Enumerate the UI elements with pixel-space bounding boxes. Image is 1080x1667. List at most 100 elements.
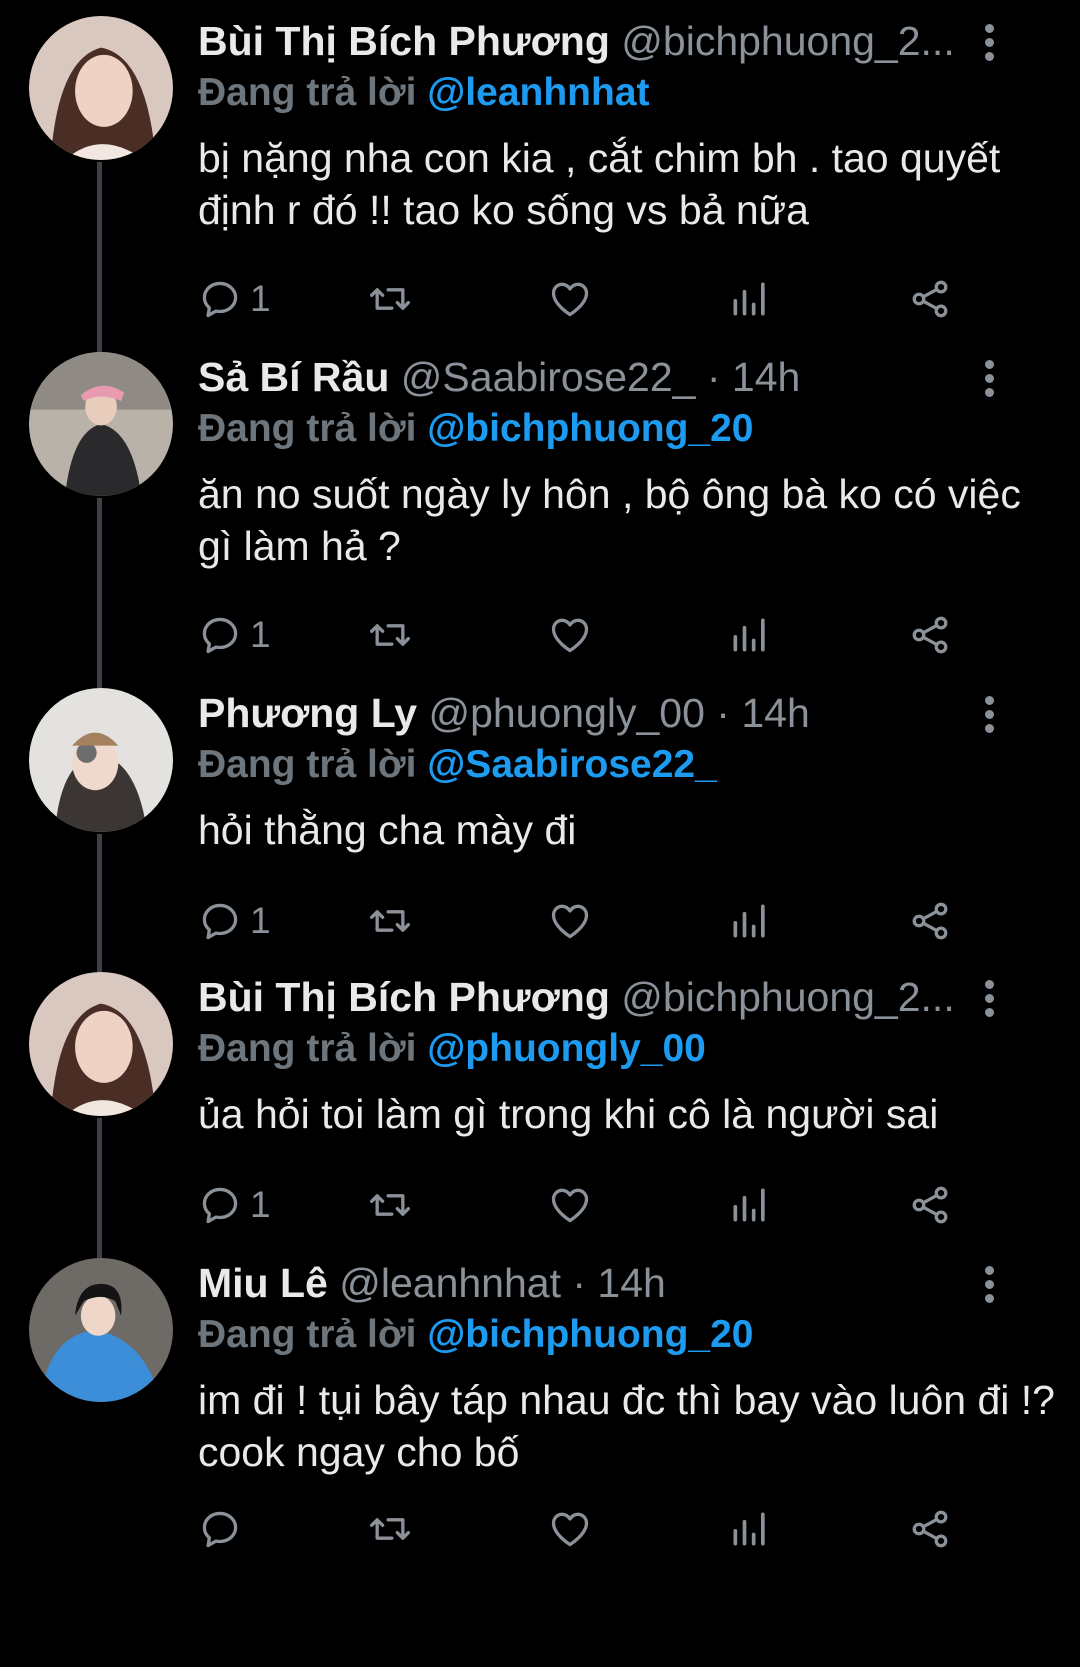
retweet-button[interactable] [368, 1506, 412, 1552]
display-name[interactable]: Bùi Thị Bích Phương [198, 974, 610, 1020]
replying-to-handle[interactable]: @Saabirose22_ [427, 743, 717, 786]
user-handle[interactable]: @Saabirose22_ [401, 354, 696, 400]
retweet-button[interactable] [368, 276, 412, 322]
replying-to-label: Đang trả lời [198, 743, 417, 786]
reply-count: 1 [250, 614, 271, 655]
avatar[interactable] [29, 1258, 173, 1402]
reply-button[interactable] [198, 1506, 250, 1552]
reply-icon [202, 903, 238, 940]
reply-button[interactable]: 1 [198, 612, 271, 658]
share-icon [912, 1186, 948, 1224]
user-handle[interactable]: @bichphuong_2... [621, 18, 954, 64]
share-icon [912, 616, 948, 654]
avatar-image [29, 16, 173, 160]
reply-icon [202, 1187, 238, 1224]
avatar[interactable] [29, 352, 173, 496]
like-icon [551, 1512, 589, 1547]
more-icon[interactable] [982, 24, 996, 64]
reply-button[interactable]: 1 [198, 1182, 271, 1228]
views-button[interactable] [728, 276, 772, 322]
share-button[interactable] [908, 1182, 952, 1228]
like-button[interactable] [548, 1506, 592, 1552]
avatar-image [29, 688, 173, 832]
views-icon [733, 1188, 765, 1222]
replying-to: Đang trả lời @Saabirose22_ [198, 740, 717, 790]
replying-to-label: Đang trả lời [198, 1027, 417, 1070]
tweet[interactable]: Phương Ly @phuongly_00 · 14h Đang trả lờ… [0, 688, 1080, 973]
replying-to-handle[interactable]: @leanhnhat [427, 71, 649, 114]
user-handle[interactable]: @phuongly_00 [428, 690, 704, 736]
replying-to-handle[interactable]: @bichphuong_20 [427, 407, 753, 450]
replying-to: Đang trả lời @bichphuong_20 [198, 404, 754, 454]
like-button[interactable] [548, 612, 592, 658]
tweet-header: Bùi Thị Bích Phương @bichphuong_2... [198, 16, 970, 66]
like-icon [551, 1188, 589, 1223]
tweet[interactable]: Bùi Thị Bích Phương @bichphuong_2... Đan… [0, 972, 1080, 1257]
share-button[interactable] [908, 612, 952, 658]
action-bar: 1 [198, 612, 1018, 662]
reply-button[interactable]: 1 [198, 898, 271, 944]
like-icon [551, 618, 589, 653]
tweet-text: bị nặng nha con kia , cắt chim bh . tao … [198, 135, 1001, 233]
replying-to: Đang trả lời @bichphuong_20 [198, 1310, 754, 1360]
views-icon [733, 904, 765, 938]
like-button[interactable] [548, 898, 592, 944]
avatar[interactable] [29, 688, 173, 832]
display-name[interactable]: Miu Lê [198, 1260, 328, 1306]
views-button[interactable] [728, 612, 772, 658]
views-button[interactable] [728, 1506, 772, 1552]
views-button[interactable] [728, 898, 772, 944]
share-icon [912, 902, 948, 940]
retweet-icon [370, 1518, 410, 1540]
retweet-icon [370, 910, 410, 932]
retweet-button[interactable] [368, 612, 412, 658]
replying-to-handle[interactable]: @phuongly_00 [427, 1027, 706, 1070]
retweet-icon [370, 1194, 410, 1216]
share-icon [912, 280, 948, 318]
like-button[interactable] [548, 1182, 592, 1228]
tweet-header: Bùi Thị Bích Phương @bichphuong_2... [198, 972, 970, 1022]
tweet[interactable]: Bùi Thị Bích Phương @bichphuong_2... Đan… [0, 16, 1080, 346]
action-bar: 1 [198, 898, 1018, 948]
display-name[interactable]: Bùi Thị Bích Phương [198, 18, 610, 64]
tweet-text: ủa hỏi toi làm gì trong khi cô là người … [198, 1091, 939, 1137]
tweet-text: ăn no suốt ngày ly hôn , bộ ông bà ko có… [198, 471, 1021, 569]
tweet[interactable]: Miu Lê @leanhnhat · 14h Đang trả lời @bi… [0, 1258, 1080, 1658]
reply-count: 1 [250, 1184, 271, 1225]
action-bar: 1 [198, 276, 1018, 326]
avatar-image [29, 972, 173, 1116]
retweet-button[interactable] [368, 1182, 412, 1228]
replying-to-label: Đang trả lời [198, 71, 417, 114]
more-icon[interactable] [982, 696, 996, 736]
views-button[interactable] [728, 1182, 772, 1228]
share-button[interactable] [908, 898, 952, 944]
reply-icon [202, 281, 238, 318]
like-icon [551, 904, 589, 939]
views-icon [733, 282, 765, 316]
timestamp: · 14h [560, 1260, 666, 1306]
views-icon [733, 618, 765, 652]
reply-button[interactable]: 1 [198, 276, 271, 322]
avatar[interactable] [29, 972, 173, 1116]
display-name[interactable]: Phương Ly [198, 690, 417, 736]
user-handle[interactable]: @bichphuong_2... [621, 974, 954, 1020]
tweet-text: im đi ! tụi bây táp nhau đc thì bay vào … [198, 1377, 1055, 1475]
more-icon[interactable] [982, 360, 996, 400]
user-handle[interactable]: @leanhnhat [339, 1260, 561, 1306]
like-button[interactable] [548, 276, 592, 322]
reply-count: 1 [250, 278, 271, 319]
avatar[interactable] [29, 16, 173, 160]
action-bar [198, 1506, 1018, 1556]
retweet-button[interactable] [368, 898, 412, 944]
replying-to-label: Đang trả lời [198, 1313, 417, 1356]
more-icon[interactable] [982, 980, 996, 1020]
share-button[interactable] [908, 1506, 952, 1552]
replying-to-handle[interactable]: @bichphuong_20 [427, 1313, 753, 1356]
replying-to: Đang trả lời @leanhnhat [198, 68, 650, 118]
share-icon [912, 1510, 948, 1548]
reply-icon [202, 617, 238, 654]
more-icon[interactable] [982, 1266, 996, 1306]
tweet[interactable]: Sả Bí Rầu @Saabirose22_ · 14h Đang trả l… [0, 352, 1080, 682]
display-name[interactable]: Sả Bí Rầu [198, 354, 389, 400]
share-button[interactable] [908, 276, 952, 322]
